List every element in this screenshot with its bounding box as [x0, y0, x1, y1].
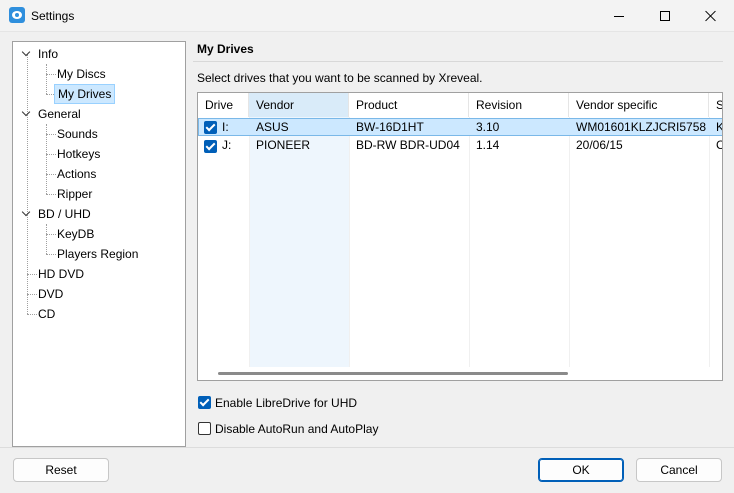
- reset-button[interactable]: Reset: [13, 458, 109, 482]
- minimize-button[interactable]: [596, 0, 642, 32]
- title-bar: Settings: [0, 0, 734, 32]
- cell-vendor: PIONEER: [256, 138, 311, 152]
- table-row[interactable]: J: PIONEER BD-RW BDR-UD04 1.14 20/06/15 …: [198, 137, 722, 155]
- tree-item-my-discs[interactable]: My Discs: [54, 64, 109, 84]
- maximize-button[interactable]: [642, 0, 688, 32]
- cell-s: C: [709, 137, 722, 155]
- scrollbar-thumb[interactable]: [218, 372, 568, 375]
- cell-product: BW-16D1HT: [356, 120, 424, 134]
- tree-connector: [27, 54, 28, 314]
- tree-item-hotkeys[interactable]: Hotkeys: [54, 144, 103, 164]
- ok-button[interactable]: OK: [538, 458, 624, 482]
- column-header-s[interactable]: S: [709, 93, 722, 117]
- libredrive-label: Enable LibreDrive for UHD: [215, 396, 358, 410]
- tree-item-info[interactable]: Info: [35, 44, 61, 64]
- tree-item-cd[interactable]: CD: [35, 304, 58, 324]
- column-header-revision[interactable]: Revision: [469, 93, 569, 117]
- tree-item-players-region[interactable]: Players Region: [54, 244, 141, 264]
- window-title: Settings: [31, 9, 75, 23]
- cell-s: K: [709, 119, 722, 137]
- autorun-option[interactable]: Disable AutoRun and AutoPlay: [198, 421, 418, 437]
- tree-item-hd-dvd[interactable]: HD DVD: [35, 264, 87, 284]
- divider: [0, 447, 734, 448]
- autorun-label: Disable AutoRun and AutoPlay: [215, 422, 379, 436]
- tree-item-actions[interactable]: Actions: [54, 164, 99, 184]
- maximize-icon: [660, 11, 670, 21]
- tree-item-my-drives[interactable]: My Drives: [54, 84, 116, 104]
- page-description: Select drives that you want to be scanne…: [197, 71, 483, 85]
- divider: [193, 61, 723, 62]
- table-header: Drive Vendor Product Revision Vendor spe…: [198, 93, 722, 117]
- cell-revision: 1.14: [476, 138, 500, 152]
- column-header-vendor-specific[interactable]: Vendor specific: [569, 93, 709, 117]
- tree-item-general[interactable]: General: [35, 104, 84, 124]
- column-header-drive[interactable]: Drive: [198, 93, 249, 117]
- cancel-button[interactable]: Cancel: [636, 458, 722, 482]
- column-header-vendor[interactable]: Vendor: [249, 93, 349, 117]
- cell-revision: 3.10: [476, 120, 500, 134]
- cell-drive: J:: [222, 138, 232, 152]
- page-title: My Drives: [197, 42, 254, 56]
- libredrive-checkbox[interactable]: [198, 396, 211, 409]
- tree-item-bd-uhd[interactable]: BD / UHD: [35, 204, 94, 224]
- horizontal-scrollbar[interactable]: [198, 367, 722, 380]
- settings-tree[interactable]: Info My Discs My Drives General Sounds H…: [12, 41, 186, 447]
- tree-item-ripper[interactable]: Ripper: [54, 184, 95, 204]
- expand-chevron-icon[interactable]: [22, 48, 32, 58]
- tree-item-sounds[interactable]: Sounds: [54, 124, 101, 144]
- tree-connector: [46, 64, 47, 94]
- expand-chevron-icon[interactable]: [22, 208, 32, 218]
- close-icon: [705, 10, 717, 22]
- column-header-product[interactable]: Product: [349, 93, 469, 117]
- libredrive-option[interactable]: Enable LibreDrive for UHD: [198, 395, 398, 411]
- tree-item-keydb[interactable]: KeyDB: [54, 224, 97, 244]
- close-button[interactable]: [688, 0, 734, 32]
- cell-vendor: ASUS: [256, 120, 289, 134]
- cell-vendor-specific: 20/06/15: [576, 138, 623, 152]
- drives-table[interactable]: Drive Vendor Product Revision Vendor spe…: [197, 92, 723, 381]
- cell-drive: I:: [222, 120, 229, 134]
- cell-product: BD-RW BDR-UD04: [356, 138, 460, 152]
- tree-item-dvd[interactable]: DVD: [35, 284, 66, 304]
- minimize-icon: [614, 15, 624, 17]
- table-row[interactable]: I: ASUS BW-16D1HT 3.10 WM01601KLZJCRI575…: [198, 118, 722, 137]
- eye-icon: [9, 7, 25, 23]
- expand-chevron-icon[interactable]: [22, 108, 32, 118]
- cell-vendor-specific: WM01601KLZJCRI5758: [576, 120, 707, 134]
- tree-connector: [46, 224, 47, 254]
- autorun-checkbox[interactable]: [198, 422, 211, 435]
